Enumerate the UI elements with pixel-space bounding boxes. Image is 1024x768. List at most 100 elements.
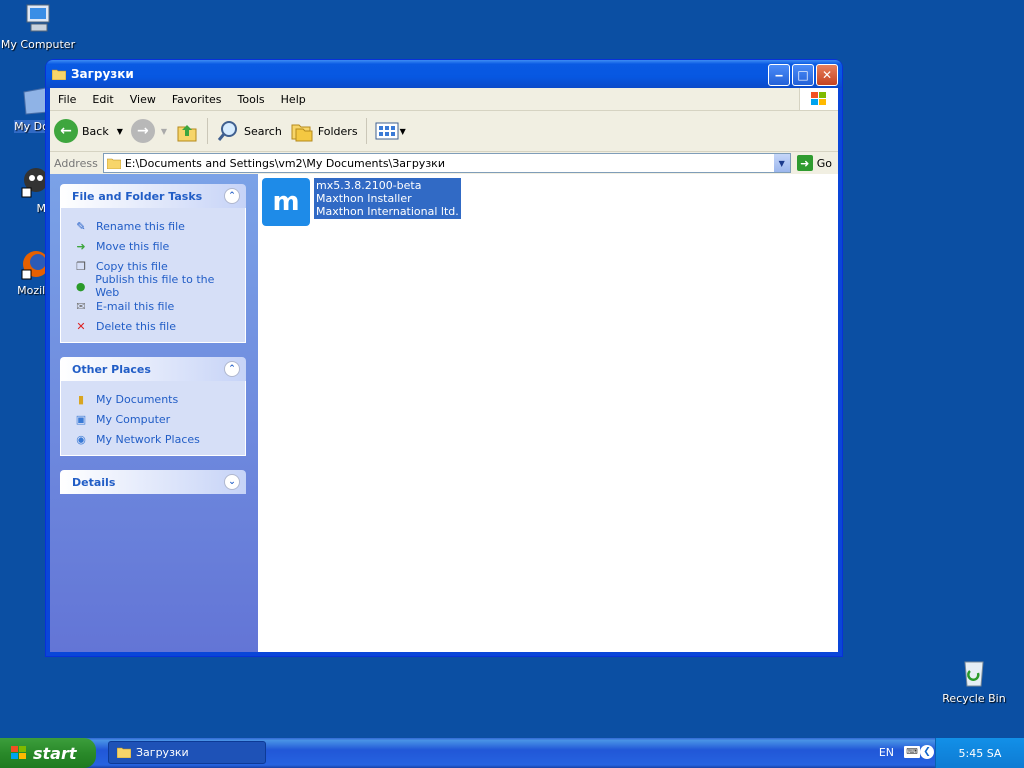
expand-icon[interactable]: ⌄ <box>224 474 240 490</box>
menu-bar: File Edit View Favorites Tools Help <box>50 88 838 111</box>
email-icon: ✉ <box>76 299 86 313</box>
taskbar: start Загрузки EN ⌨ ❮ 5:45 SA <box>0 738 1024 768</box>
window-titlebar[interactable]: Загрузки ‒ □ ✕ <box>46 60 842 88</box>
views-button[interactable]: ▼ <box>371 116 410 146</box>
chevron-down-icon: ▼ <box>778 158 785 168</box>
folder-icon: ▮ <box>77 392 85 406</box>
folders-icon <box>291 124 313 142</box>
taskbar-window-label: Загрузки <box>136 746 189 759</box>
move-icon: ➜ <box>76 239 86 253</box>
other-places-header[interactable]: Other Places ⌃ <box>60 357 246 381</box>
folder-icon <box>106 158 121 169</box>
toolbar-separator <box>365 118 367 144</box>
desktop-icon-my-computer[interactable]: My Computer <box>0 2 78 51</box>
address-value: E:\Documents and Settings\vm2\My Documen… <box>124 156 445 170</box>
keyboard-icon[interactable]: ⌨ <box>904 746 920 758</box>
search-icon <box>217 121 238 141</box>
minimize-button[interactable]: ‒ <box>768 64 790 86</box>
file-tasks-panel: File and Folder Tasks ⌃ ✎ Rename this fil… <box>60 184 246 343</box>
close-button[interactable]: ✕ <box>816 64 838 86</box>
desktop-icon-label: Recycle Bin <box>942 692 1006 705</box>
task-label: Rename this file <box>96 219 185 233</box>
task-label: E-mail this file <box>96 299 175 313</box>
menu-edit[interactable]: Edit <box>84 93 121 106</box>
toolbar: ← Back ▼ → ▼ Search Folders ▼ <box>50 111 838 152</box>
taskbar-window-button[interactable]: Загрузки <box>108 741 266 764</box>
collapse-icon[interactable]: ⌃ <box>224 361 240 377</box>
file-tasks-header[interactable]: File and Folder Tasks ⌃ <box>60 184 246 208</box>
menu-favorites[interactable]: Favorites <box>164 93 230 106</box>
forward-button[interactable]: → ▼ <box>127 116 171 146</box>
task-publish[interactable]: ● Publish this file to the Web <box>73 273 235 299</box>
menu-file[interactable]: File <box>50 93 84 106</box>
file-company: Maxthon International ltd. <box>316 205 459 218</box>
file-name: mx5.3.8.2100-beta <box>316 179 422 192</box>
collapse-icon[interactable]: ⌃ <box>224 188 240 204</box>
copy-icon: ❐ <box>76 259 86 273</box>
desktop-icon-recycle-bin[interactable]: Recycle Bin <box>934 656 1014 705</box>
folders-button[interactable]: Folders <box>286 116 362 146</box>
language-indicator[interactable]: EN <box>879 746 894 759</box>
maximize-icon: □ <box>797 68 809 82</box>
menu-help[interactable]: Help <box>273 93 314 106</box>
details-header[interactable]: Details ⌄ <box>60 470 246 494</box>
place-my-computer[interactable]: ▣ My Computer <box>73 409 235 429</box>
place-my-network[interactable]: ◉ My Network Places <box>73 429 235 449</box>
task-move[interactable]: ➜ Move this file <box>73 236 235 256</box>
computer-icon <box>22 2 54 34</box>
computer-icon: ▣ <box>75 412 87 426</box>
panel-body: ✎ Rename this file ➜ Move this file ❐ Copy … <box>60 208 246 343</box>
recycle-bin-icon <box>958 656 990 688</box>
show-hidden-icons-icon[interactable]: ❮ <box>920 745 934 759</box>
window-body: File Edit View Favorites Tools Help ← Ba… <box>50 88 838 652</box>
file-item[interactable]: m mx5.3.8.2100-beta Maxthon Installer Ma… <box>262 178 461 226</box>
details-panel: Details ⌄ <box>60 470 246 494</box>
close-icon: ✕ <box>821 68 833 82</box>
file-list-area[interactable]: m mx5.3.8.2100-beta Maxthon Installer Ma… <box>258 174 838 652</box>
content-area: File and Folder Tasks ⌃ ✎ Rename this fil… <box>50 174 838 652</box>
panel-title: Other Places <box>72 362 151 376</box>
other-places-panel: Other Places ⌃ ▮ My Documents ▣ My Compute… <box>60 357 246 456</box>
maxthon-icon: m <box>262 178 310 226</box>
go-button[interactable]: ➜ Go <box>791 155 838 171</box>
address-dropdown-button[interactable]: ▼ <box>773 154 790 172</box>
panel-title: File and Folder Tasks <box>72 189 203 203</box>
place-my-documents[interactable]: ▮ My Documents <box>73 389 235 409</box>
task-label: Delete this file <box>96 319 176 333</box>
address-input[interactable]: E:\Documents and Settings\vm2\My Documen… <box>102 153 791 173</box>
folder-icon <box>52 69 66 80</box>
dropdown-arrow-icon[interactable]: ▼ <box>161 127 167 136</box>
back-button[interactable]: ← Back ▼ <box>50 116 127 146</box>
task-delete[interactable]: ✕ Delete this file <box>73 316 235 336</box>
views-icon <box>375 122 399 140</box>
search-button[interactable]: Search <box>212 116 286 146</box>
windows-logo-icon <box>11 746 26 759</box>
task-email[interactable]: ✉ E-mail this file <box>73 296 235 316</box>
up-button[interactable] <box>171 116 203 146</box>
go-arrow-icon: ➜ <box>796 155 813 171</box>
start-label: start <box>33 743 77 763</box>
explorer-window: Загрузки ‒ □ ✕ File Edit View Favorites … <box>46 60 842 656</box>
task-rename[interactable]: ✎ Rename this file <box>73 216 235 236</box>
task-label: Publish this file to the Web <box>95 273 215 299</box>
menu-tools[interactable]: Tools <box>230 93 273 106</box>
task-pane: File and Folder Tasks ⌃ ✎ Rename this fil… <box>50 174 258 652</box>
back-label: Back <box>82 124 109 138</box>
dropdown-arrow-icon[interactable]: ▼ <box>117 127 123 136</box>
desktop-icon-label: My Computer <box>0 38 76 51</box>
forward-arrow-icon: → <box>130 119 155 143</box>
maximize-button[interactable]: □ <box>792 64 814 86</box>
go-label: Go <box>816 156 832 170</box>
panel-body: ▮ My Documents ▣ My Computer ◉ My Network P… <box>60 381 246 456</box>
task-label: Copy this file <box>96 259 168 273</box>
place-label: My Computer <box>96 412 171 426</box>
menu-view[interactable]: View <box>122 93 164 106</box>
window-title: Загрузки <box>71 67 134 81</box>
clock[interactable]: 5:45 SA <box>959 747 1002 760</box>
system-tray: ❮ 5:45 SA <box>920 738 1024 768</box>
start-button[interactable]: start <box>0 738 96 768</box>
panel-title: Details <box>72 475 116 489</box>
rename-icon: ✎ <box>76 219 86 233</box>
globe-icon: ● <box>75 279 86 293</box>
network-icon: ◉ <box>76 432 86 446</box>
